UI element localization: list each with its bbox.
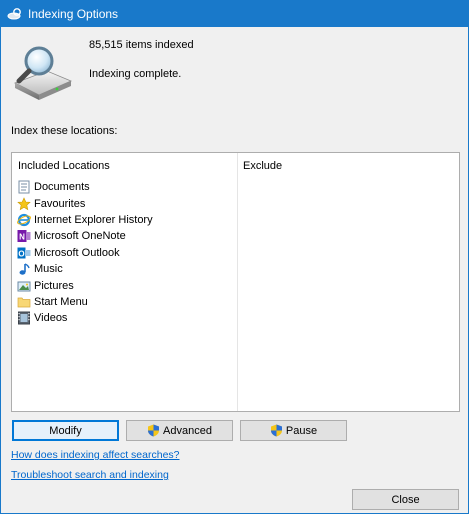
documents-icon	[18, 180, 30, 194]
location-label: Microsoft OneNote	[34, 230, 126, 243]
pause-button-label: Pause	[285, 424, 318, 437]
indexing-app-icon	[7, 8, 21, 20]
modify-button-label: Modify	[49, 424, 82, 437]
internet-explorer-icon	[17, 213, 31, 227]
pictures-icon	[17, 281, 31, 292]
window-title: Indexing Options	[28, 7, 119, 21]
list-item[interactable]: Favourites	[17, 195, 153, 211]
title-bar: Indexing Options	[1, 1, 468, 27]
list-item[interactable]: Internet Explorer History	[17, 212, 153, 228]
location-label: Start Menu	[34, 295, 88, 308]
list-item[interactable]: N Microsoft OneNote	[17, 228, 153, 244]
advanced-button[interactable]: Advanced	[126, 420, 233, 441]
close-button-label: Close	[391, 493, 420, 506]
outlook-icon: O	[17, 247, 31, 259]
indexing-status: Indexing complete.	[89, 68, 182, 80]
onenote-icon: N	[17, 230, 31, 243]
uac-shield-icon	[148, 424, 160, 437]
included-locations-list: Documents Favourites Internet Explorer H…	[17, 179, 153, 327]
included-locations-column: Included Locations Documents Favourites …	[12, 153, 237, 411]
index-locations-label: Index these locations:	[11, 125, 118, 137]
items-indexed-count: 85,515 items indexed	[89, 39, 194, 51]
exclude-header: Exclude	[243, 160, 283, 172]
indexing-drive-magnifier-icon	[14, 46, 73, 100]
music-icon	[19, 263, 30, 275]
location-label: Favourites	[34, 197, 86, 210]
location-label: Music	[34, 263, 63, 276]
star-icon	[17, 196, 31, 210]
location-label: Videos	[34, 312, 68, 325]
list-item[interactable]: Pictures	[17, 277, 153, 293]
videos-icon	[18, 311, 30, 325]
folder-icon	[17, 297, 31, 308]
indexing-options-window: Indexing Options 85,515 items indexed In…	[0, 0, 469, 514]
advanced-button-label: Advanced	[163, 424, 212, 437]
how-indexing-affects-searches-link[interactable]: How does indexing affect searches?	[11, 449, 180, 461]
list-item[interactable]: O Microsoft Outlook	[17, 245, 153, 261]
close-button[interactable]: Close	[352, 489, 459, 510]
location-label: Documents	[34, 181, 90, 194]
uac-shield-icon	[270, 424, 282, 437]
location-label: Microsoft Outlook	[34, 246, 120, 259]
list-item[interactable]: Videos	[17, 310, 153, 326]
location-label: Pictures	[34, 279, 74, 292]
modify-button[interactable]: Modify	[12, 420, 119, 441]
svg-text:O: O	[18, 249, 24, 258]
exclude-column: Exclude	[238, 153, 459, 411]
locations-table[interactable]: Included Locations Documents Favourites …	[11, 152, 460, 412]
included-locations-header: Included Locations	[18, 160, 110, 172]
pause-button[interactable]: Pause	[240, 420, 347, 441]
location-label: Internet Explorer History	[34, 213, 153, 226]
list-item[interactable]: Start Menu	[17, 294, 153, 310]
list-item[interactable]: Documents	[17, 179, 153, 195]
list-item[interactable]: Music	[17, 261, 153, 277]
troubleshoot-search-link[interactable]: Troubleshoot search and indexing	[11, 469, 169, 481]
svg-text:N: N	[19, 233, 25, 242]
